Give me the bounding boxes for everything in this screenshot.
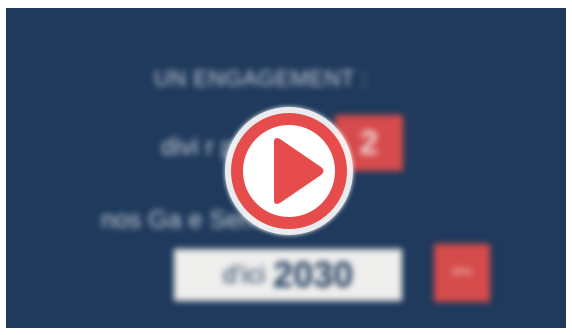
date-prefix: d'ici [222, 260, 266, 289]
video-thumbnail-frame: UN ENGAGEMENT : divi r par 2 nos Ga e Se… [0, 0, 572, 335]
play-icon [225, 107, 353, 235]
logo-badge: 50% [434, 244, 490, 302]
headline-text: UN ENGAGEMENT : [154, 66, 368, 91]
play-button[interactable] [214, 96, 364, 246]
video-player[interactable]: UN ENGAGEMENT : divi r par 2 nos Ga e Se… [6, 8, 566, 328]
date-year: 2030 [273, 254, 354, 295]
date-box: d'ici 2030 [174, 249, 402, 301]
